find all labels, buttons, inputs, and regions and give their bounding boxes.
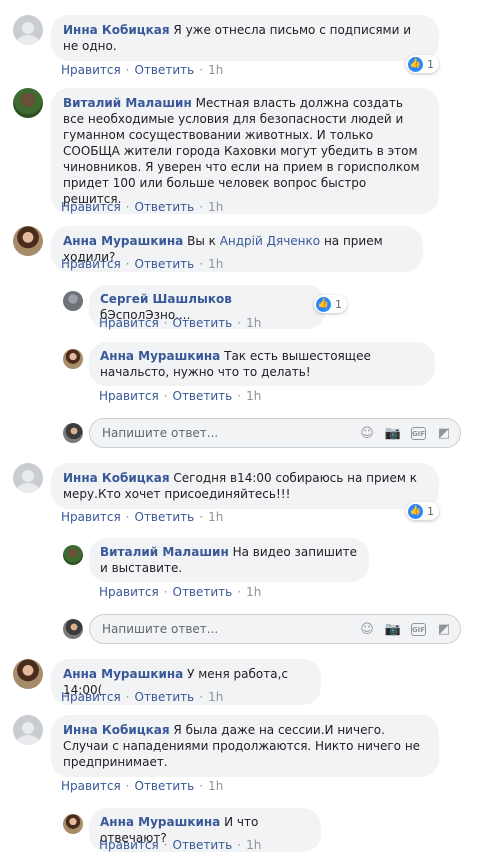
emoji-icon[interactable]: ☺ [359, 621, 375, 637]
avatar[interactable] [63, 545, 83, 565]
comment-author[interactable]: Анна Мурашкина [100, 349, 220, 363]
reply-link[interactable]: Ответить [173, 316, 233, 330]
like-link[interactable]: Нравится [99, 316, 159, 330]
reply-placeholder: Напишите ответ... [102, 426, 219, 440]
comment-actions: Нравится · Ответить · 1h [61, 779, 224, 793]
reply-input[interactable]: Напишите ответ... ☺ 📷 GIF ◩ [89, 418, 461, 448]
comment-actions: Нравится · Ответить · 1h [61, 257, 224, 271]
comment-bubble: Инна Кобицкая Сегодня в14:00 собираюсь н… [51, 463, 439, 509]
comment-author[interactable]: Анна Мурашкина [63, 234, 183, 248]
timestamp[interactable]: 1h [246, 585, 261, 599]
comment-text: Вы к [187, 234, 220, 248]
timestamp[interactable]: 1h [208, 779, 223, 793]
avatar[interactable] [13, 715, 43, 745]
avatar[interactable] [63, 814, 83, 834]
avatar[interactable] [13, 88, 43, 118]
reply-link[interactable]: Ответить [135, 690, 195, 704]
reaction-count[interactable]: 👍 1 [406, 502, 439, 520]
reply-input[interactable]: Напишите ответ... ☺ 📷 GIF ◩ [89, 614, 461, 644]
comment-author[interactable]: Сергей Шашлыков [100, 292, 232, 306]
reaction-count[interactable]: 👍 1 [406, 55, 439, 73]
avatar[interactable] [63, 349, 83, 369]
like-link[interactable]: Нравится [99, 838, 159, 852]
comment-author[interactable]: Анна Мурашкина [100, 815, 220, 829]
reply-link[interactable]: Ответить [173, 838, 233, 852]
comment-actions: Нравится · Ответить · 1h [61, 510, 224, 524]
comment-bubble: Виталий Малашин Местная власть должна со… [51, 88, 439, 214]
like-link[interactable]: Нравится [61, 510, 121, 524]
comment-bubble: Инна Кобицкая Я уже отнесла письмо с под… [51, 15, 439, 61]
comment-actions: Нравится · Ответить · 1h [99, 585, 262, 599]
comment-actions: Нравится · Ответить · 1h [61, 690, 224, 704]
timestamp[interactable]: 1h [208, 257, 223, 271]
like-link[interactable]: Нравится [61, 200, 121, 214]
reply-link[interactable]: Ответить [135, 779, 195, 793]
avatar [63, 423, 83, 443]
avatar [63, 619, 83, 639]
timestamp[interactable]: 1h [246, 838, 261, 852]
reply-bubble: Виталий Малашин На видео запишите и выст… [89, 538, 369, 582]
comment-actions: Нравится · Ответить · 1h [99, 316, 262, 330]
reply-link[interactable]: Ответить [135, 200, 195, 214]
reply-bubble: Анна Мурашкина Так есть вышестоящее нача… [89, 342, 435, 386]
like-link[interactable]: Нравится [61, 690, 121, 704]
reply-link[interactable]: Ответить [135, 63, 195, 77]
reply-placeholder: Напишите ответ... [102, 622, 219, 636]
like-link[interactable]: Нравится [99, 389, 159, 403]
reply-link[interactable]: Ответить [173, 585, 233, 599]
reaction-count[interactable]: 👍 1 [314, 295, 347, 313]
reply-link[interactable]: Ответить [135, 510, 195, 524]
avatar[interactable] [13, 226, 43, 256]
avatar[interactable] [13, 15, 43, 45]
like-icon: 👍 [408, 56, 423, 72]
timestamp[interactable]: 1h [208, 63, 223, 77]
comment-author[interactable]: Виталий Малашин [100, 545, 229, 559]
comment-author[interactable]: Инна Кобицкая [63, 723, 170, 737]
reply-link[interactable]: Ответить [135, 257, 195, 271]
gif-icon[interactable]: GIF [411, 427, 426, 440]
like-icon: 👍 [408, 503, 423, 519]
emoji-icon[interactable]: ☺ [359, 425, 375, 441]
comment-actions: Нравится · Ответить · 1h [99, 389, 262, 403]
timestamp[interactable]: 1h [208, 200, 223, 214]
comment-actions: Нравится · Ответить · 1h [61, 200, 224, 214]
avatar[interactable] [63, 291, 83, 311]
sticker-icon[interactable]: ◩ [436, 425, 452, 441]
comment-actions: Нравится · Ответить · 1h [61, 63, 224, 77]
timestamp[interactable]: 1h [208, 510, 223, 524]
timestamp[interactable]: 1h [246, 316, 261, 330]
comment-actions: Нравится · Ответить · 1h [99, 838, 262, 852]
sticker-icon[interactable]: ◩ [436, 621, 452, 637]
comment-author[interactable]: Анна Мурашкина [63, 667, 183, 681]
camera-icon[interactable]: 📷 [385, 425, 401, 441]
like-icon: 👍 [316, 296, 331, 312]
comment-text: Местная власть должна создать все необхо… [63, 96, 420, 206]
like-link[interactable]: Нравится [61, 779, 121, 793]
comment-author[interactable]: Виталий Малашин [63, 96, 192, 110]
avatar[interactable] [13, 659, 43, 689]
timestamp[interactable]: 1h [246, 389, 261, 403]
comment-author[interactable]: Инна Кобицкая [63, 471, 170, 485]
reply-link[interactable]: Ответить [173, 389, 233, 403]
timestamp[interactable]: 1h [208, 690, 223, 704]
comment-author[interactable]: Инна Кобицкая [63, 23, 170, 37]
gif-icon[interactable]: GIF [411, 623, 426, 636]
like-link[interactable]: Нравится [61, 63, 121, 77]
camera-icon[interactable]: 📷 [385, 621, 401, 637]
avatar[interactable] [13, 463, 43, 493]
comment-bubble: Инна Кобицкая Я была даже на сессии.И ни… [51, 715, 439, 777]
like-link[interactable]: Нравится [61, 257, 121, 271]
mention-link[interactable]: Андрій Дяченко [220, 234, 320, 248]
like-link[interactable]: Нравится [99, 585, 159, 599]
